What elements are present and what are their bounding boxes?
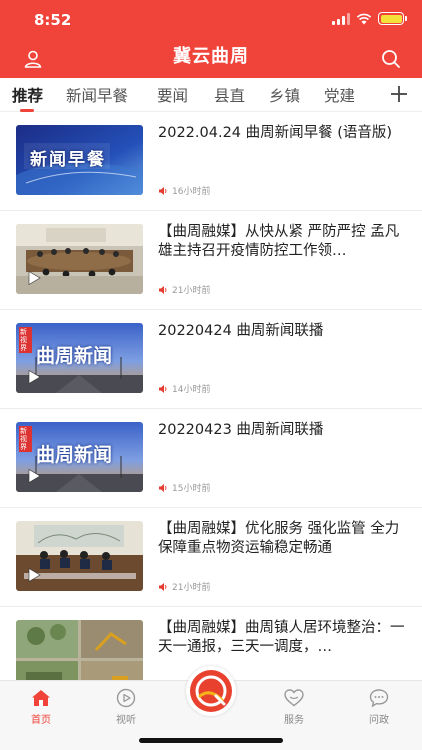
news-title: 2022.04.24 曲周新闻早餐 (语音版) [158,125,393,141]
play-icon[interactable] [26,468,42,484]
app-logo-icon [190,670,232,712]
news-item[interactable]: 新闻早餐 2022.04.24 曲周新闻早餐 (语音版) 16小时前 [0,112,422,211]
news-thumbnail: 新视界 曲周新闻 [16,323,143,393]
news-item[interactable]: 新视界 曲周新闻 20220424 曲周新闻联播 14小时前 [0,310,422,409]
audio-icon [159,582,167,591]
news-thumbnail: 新视界 曲周新闻 [16,422,143,492]
news-time: 15小时前 [172,484,211,494]
app-logo-button[interactable] [186,666,236,716]
play-circle-icon [116,688,136,708]
chat-icon [369,689,389,708]
wifi-icon [356,13,372,24]
nav-label: 问政 [369,715,389,726]
home-icon [32,690,50,706]
nav-label: 服务 [284,715,304,726]
tab-recommend[interactable]: 推荐 [12,84,43,106]
tab-county[interactable]: 县直 [214,84,245,106]
news-time: 21小时前 [172,286,211,296]
news-time: 14小时前 [172,385,211,395]
tab-headlines[interactable]: 要闻 [157,84,188,106]
news-item[interactable]: 【曲周融媒】优化服务 强化监管 全力保障重点物资运输稳定畅通 21小时前 [0,508,422,607]
app-title: 冀云曲周 [173,46,249,67]
tab-news-breakfast[interactable]: 新闻早餐 [66,84,128,106]
play-icon[interactable] [26,369,42,385]
category-tabs: 推荐 新闻早餐 要闻 县直 乡镇 党建 [0,78,422,112]
news-thumbnail: 新闻早餐 [16,125,143,195]
status-time: 8:52 [34,11,72,29]
news-thumbnail [16,521,143,591]
news-thumbnail [16,620,143,680]
audio-icon [159,186,167,195]
news-time: 21小时前 [172,583,211,593]
signal-icon [332,12,350,25]
thumb-badge: 新视界 [19,426,32,452]
news-time: 16小时前 [172,187,211,197]
news-title: 20220423 曲周新闻联播 [158,422,324,438]
news-item[interactable]: 新视界 曲周新闻 20220423 曲周新闻联播 15小时前 [0,409,422,508]
news-thumbnail [16,224,143,294]
news-meta: 16小时前 [158,184,210,197]
nav-label: 视听 [116,715,136,726]
search-icon[interactable] [380,48,402,70]
status-icons [332,12,407,25]
news-title: 【曲周融媒】优化服务 强化监管 全力保障重点物资运输稳定畅通 [158,521,400,556]
news-title: 【曲周融媒】从快从紧 严防严控 孟凡雄主持召开疫情防控工作领… [158,224,400,259]
nav-label: 首页 [31,715,51,726]
audio-icon [159,384,167,393]
news-meta: 21小时前 [158,283,210,296]
news-meta: 14小时前 [158,382,210,395]
news-meta: 21小时前 [158,580,210,593]
tab-towns[interactable]: 乡镇 [269,84,300,106]
news-title: 20220424 曲周新闻联播 [158,323,324,339]
news-meta: 15小时前 [158,481,210,494]
audio-icon [159,483,167,492]
news-list: 新闻早餐 2022.04.24 曲周新闻早餐 (语音版) 16小时前 【曲周融媒… [0,112,422,680]
nav-home[interactable]: 首页 [11,687,71,726]
thumb-text: 曲周新闻 [36,444,113,466]
tab-party[interactable]: 党建 [324,84,355,106]
app-header: 8:52 冀云曲周 [0,0,422,78]
add-channel-icon[interactable] [388,83,410,105]
thumb-badge: 新视界 [19,327,32,353]
play-icon[interactable] [26,270,42,286]
play-icon[interactable] [26,567,42,583]
battery-icon [378,12,407,25]
home-indicator [139,738,283,743]
news-item[interactable]: 【曲周融媒】从快从紧 严防严控 孟凡雄主持召开疫情防控工作领… 21小时前 [0,211,422,310]
news-title: 【曲周融媒】曲周镇人居环境整治：一天一通报，三天一调度，… [158,620,405,655]
thumb-text: 新闻早餐 [30,150,106,170]
thumb-text: 曲周新闻 [36,345,113,367]
audio-icon [159,285,167,294]
status-bar: 8:52 [0,0,422,40]
nav-watch[interactable]: 视听 [96,687,156,726]
nav-service[interactable]: 服务 [264,687,324,726]
nav-inquiry[interactable]: 问政 [349,687,409,726]
heart-icon [284,689,304,707]
